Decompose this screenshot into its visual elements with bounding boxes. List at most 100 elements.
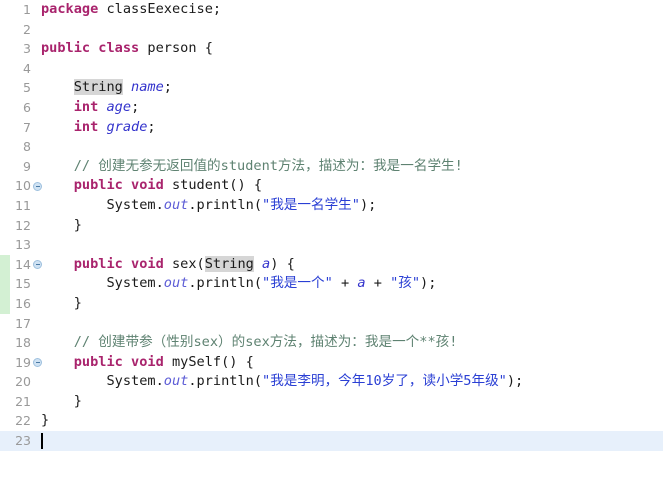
code-token: String (73, 79, 123, 96)
code-token: .println( (188, 373, 263, 390)
line-number: 11 (15, 197, 31, 213)
code-token: int (73, 118, 99, 135)
code-line[interactable]: 14 public void sex(String a) { (0, 255, 663, 275)
code-token: ; (163, 79, 172, 96)
code-text: } (41, 411, 49, 431)
code-token: "我是李明，今年10岁了，读小学5年级" (262, 373, 507, 390)
code-token: public (73, 177, 123, 194)
code-text: } (41, 294, 82, 314)
code-text: System.out.println("我是李明，今年10岁了，读小学5年级")… (41, 372, 523, 392)
code-token: + (365, 275, 391, 292)
code-token: class (98, 40, 140, 57)
code-line[interactable]: 15 System.out.println("我是一个" + a + "孩"); (0, 274, 663, 294)
code-lines-container[interactable]: 1 package classEexecise; 2 3 public class pe… (0, 0, 663, 451)
code-line[interactable]: 22} (0, 411, 663, 431)
code-token: sex (171, 255, 197, 272)
code-line[interactable]: 3 public class person { (0, 39, 663, 59)
line-number: 4 (23, 60, 31, 76)
code-line[interactable]: 18 // 创建带参（性别sex）的sex方法，描述为：我是一个**孩! (0, 333, 663, 353)
code-line[interactable]: 16 } (0, 294, 663, 314)
code-token: () { (221, 353, 254, 370)
code-text: } (41, 216, 82, 236)
code-line[interactable]: 10 public void student() { (0, 176, 663, 196)
code-line[interactable]: 8 (0, 137, 663, 157)
line-number: 17 (15, 315, 31, 331)
line-number: 19 (15, 354, 31, 370)
code-token: a (357, 275, 366, 292)
code-line[interactable]: 17 (0, 314, 663, 334)
code-line[interactable]: 9 // 创建无参无返回值的student方法，描述为：我是一名学生! (0, 157, 663, 177)
code-line[interactable]: 5 String name; (0, 78, 663, 98)
line-number: 20 (15, 374, 31, 390)
code-token: { (196, 40, 213, 57)
code-token: out (163, 196, 189, 213)
code-text: // 创建带参（性别sex）的sex方法，描述为：我是一个**孩! (41, 333, 458, 353)
code-line[interactable]: 4 (0, 59, 663, 79)
code-token: ( (196, 255, 205, 272)
code-text: public void sex(String a) { (41, 255, 295, 275)
code-token: .println( (188, 275, 263, 292)
code-token: public (73, 353, 123, 370)
line-number: 18 (15, 335, 31, 351)
code-token: ); (506, 373, 524, 390)
code-token: .println( (188, 196, 263, 213)
code-token: System (106, 373, 156, 390)
code-line[interactable]: 1 package classEexecise; (0, 0, 663, 20)
code-text: } (41, 392, 82, 412)
line-number: 16 (15, 295, 31, 311)
code-text: int grade; (41, 118, 156, 138)
code-token: ; (147, 118, 156, 135)
code-token: ); (359, 196, 377, 213)
line-number: 3 (23, 41, 31, 57)
code-line[interactable]: 6 int age; (0, 98, 663, 118)
text-caret (41, 433, 43, 450)
line-number: 13 (15, 237, 31, 253)
code-editor[interactable]: 1 package classEexecise; 2 3 public class pe… (0, 0, 663, 500)
code-token: System (106, 196, 156, 213)
line-number: 6 (23, 99, 31, 115)
code-token: "我是一个" (262, 275, 333, 292)
code-token: } (41, 294, 82, 311)
code-token: System (106, 275, 156, 292)
code-token: package (41, 1, 99, 17)
code-token: ; (212, 1, 222, 17)
code-token: + (332, 275, 358, 292)
code-token: void (131, 255, 164, 272)
code-token: person (147, 40, 197, 57)
code-token: "孩" (390, 275, 421, 292)
code-line[interactable]: 2 (0, 20, 663, 40)
code-line[interactable]: 12 } (0, 216, 663, 236)
code-line[interactable]: 11 System.out.println("我是一名学生"); (0, 196, 663, 216)
code-token: ); (420, 275, 437, 292)
code-line[interactable]: 13 (0, 235, 663, 255)
code-line[interactable]: 19 public void mySelf() { (0, 353, 663, 373)
code-token: . (155, 196, 164, 213)
code-line[interactable]: 20 System.out.println("我是李明，今年10岁了，读小学5年… (0, 372, 663, 392)
code-token: void (131, 177, 164, 194)
code-token: out (163, 275, 189, 292)
code-token: "我是一名学生" (262, 196, 360, 213)
line-number: 15 (15, 276, 31, 292)
code-token: // 创建带参（性别sex）的sex方法，描述为：我是一个**孩! (73, 334, 458, 351)
code-token: a (262, 255, 271, 272)
code-text: package classEexecise; (41, 0, 221, 20)
code-line[interactable]: 23 (0, 431, 663, 451)
code-line[interactable]: 21 } (0, 392, 663, 412)
code-text: // 创建无参无返回值的student方法，描述为：我是一名学生! (41, 157, 463, 177)
code-text: String name; (41, 78, 172, 98)
line-number: 5 (23, 80, 31, 96)
code-line[interactable]: 7 int grade; (0, 118, 663, 138)
